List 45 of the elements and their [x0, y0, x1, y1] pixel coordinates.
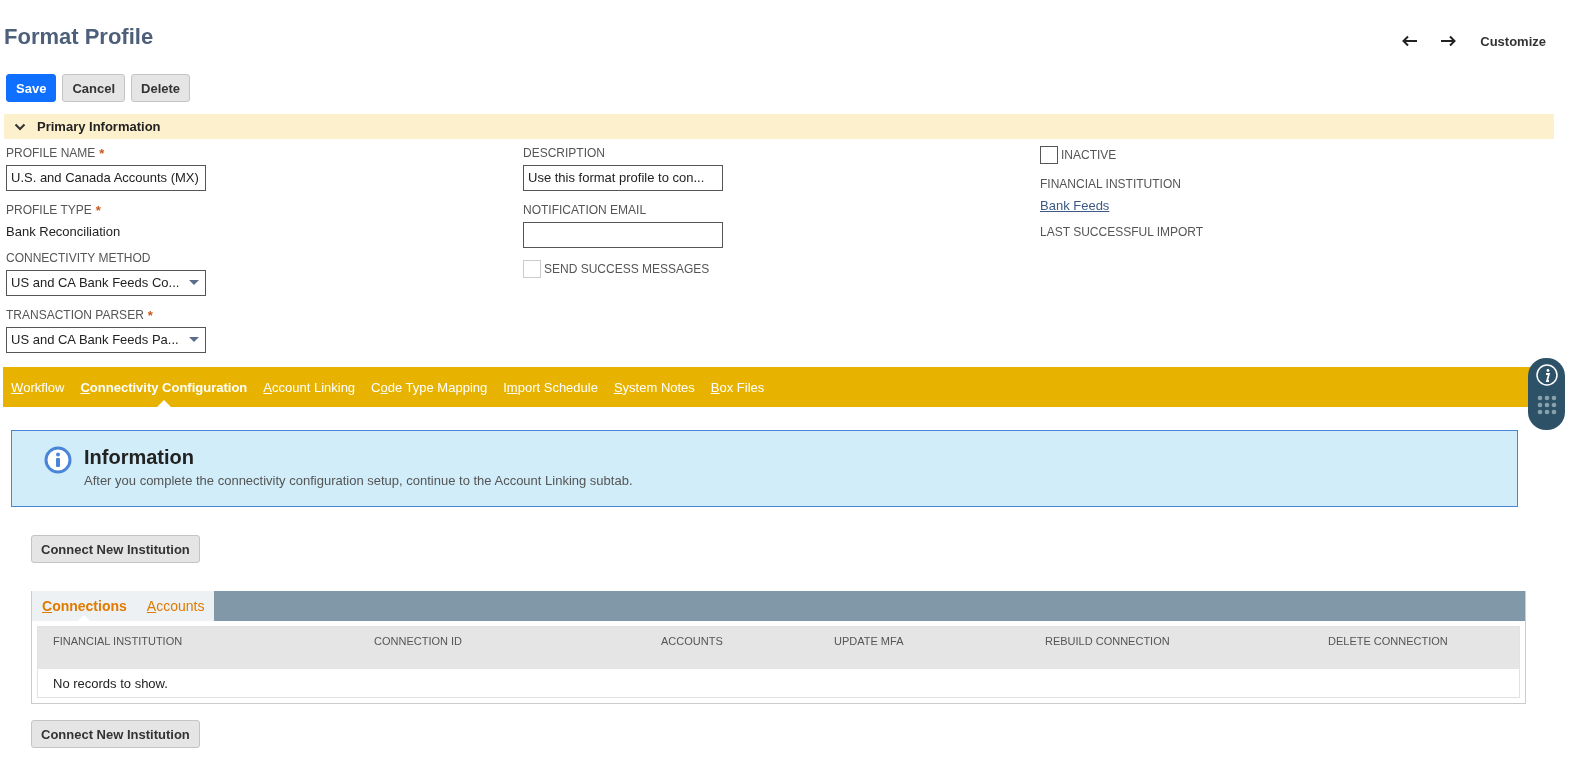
forward-arrow-icon[interactable] — [1440, 35, 1457, 47]
required-mark: * — [99, 145, 105, 161]
info-message: After you complete the connectivity configuration setup, continue to the Account Linking subtab. — [84, 473, 633, 488]
field-label: PROFILE TYPE — [6, 203, 92, 217]
info-title: Information — [84, 446, 195, 469]
column-header: CONNECTION ID — [374, 635, 463, 647]
field-value: Bank Reconciliation — [6, 224, 121, 239]
save-button[interactable]: Save — [6, 74, 57, 102]
column-header: DELETE CONNECTION — [1328, 635, 1449, 647]
floating-help-widget[interactable] — [1528, 358, 1565, 430]
section-title: Primary Information — [37, 119, 161, 134]
checkbox-label: INACTIVE — [1061, 148, 1117, 162]
connect-button[interactable]: Connect New Institution — [31, 535, 200, 563]
field-label: LAST SUCCESSFUL IMPORT — [1040, 225, 1204, 239]
field-link[interactable]: Bank Feeds — [1040, 198, 1110, 213]
column-header: FINANCIAL INSTITUTION — [53, 635, 184, 647]
action-button[interactable]: Delete — [131, 74, 191, 102]
customize-link[interactable]: Customize — [1480, 33, 1546, 49]
field-label: DESCRIPTION — [523, 146, 605, 160]
column-header: UPDATE MFA — [834, 635, 905, 647]
field-label: CONNECTIVITY METHOD — [6, 251, 151, 265]
checkbox[interactable] — [1040, 146, 1058, 164]
field-label: TRANSACTION PARSER — [6, 308, 144, 322]
required-mark: * — [95, 202, 101, 218]
action-button[interactable]: Cancel — [62, 74, 125, 102]
back-arrow-icon[interactable] — [1402, 35, 1419, 47]
column-header: REBUILD CONNECTION — [1045, 635, 1171, 647]
info-icon — [44, 446, 72, 474]
caret-icon — [189, 280, 199, 286]
column-header: ACCOUNTS — [661, 635, 724, 647]
field-label: FINANCIAL INSTITUTION — [1040, 177, 1181, 191]
connect-button[interactable]: Connect New Institution — [31, 720, 200, 748]
field-label: NOTIFICATION EMAIL — [523, 203, 647, 217]
input-field[interactable]: Use this format profile to con... — [523, 165, 723, 191]
caret-icon — [189, 337, 199, 343]
select-field[interactable]: US and CA Bank Feeds Pa... — [6, 327, 206, 353]
select-field[interactable]: US and CA Bank Feeds Co... — [6, 270, 206, 296]
section-header[interactable]: Primary Information — [4, 114, 1554, 139]
required-mark: * — [147, 307, 153, 323]
empty-message: No records to show. — [53, 675, 168, 691]
checkbox-label: SEND SUCCESS MESSAGES — [544, 262, 710, 276]
input-field[interactable] — [523, 222, 723, 248]
field-label: PROFILE NAME — [6, 146, 96, 160]
input-field[interactable]: U.S. and Canada Accounts (MX) — [6, 165, 206, 191]
page-title: Format Profile — [4, 24, 154, 50]
